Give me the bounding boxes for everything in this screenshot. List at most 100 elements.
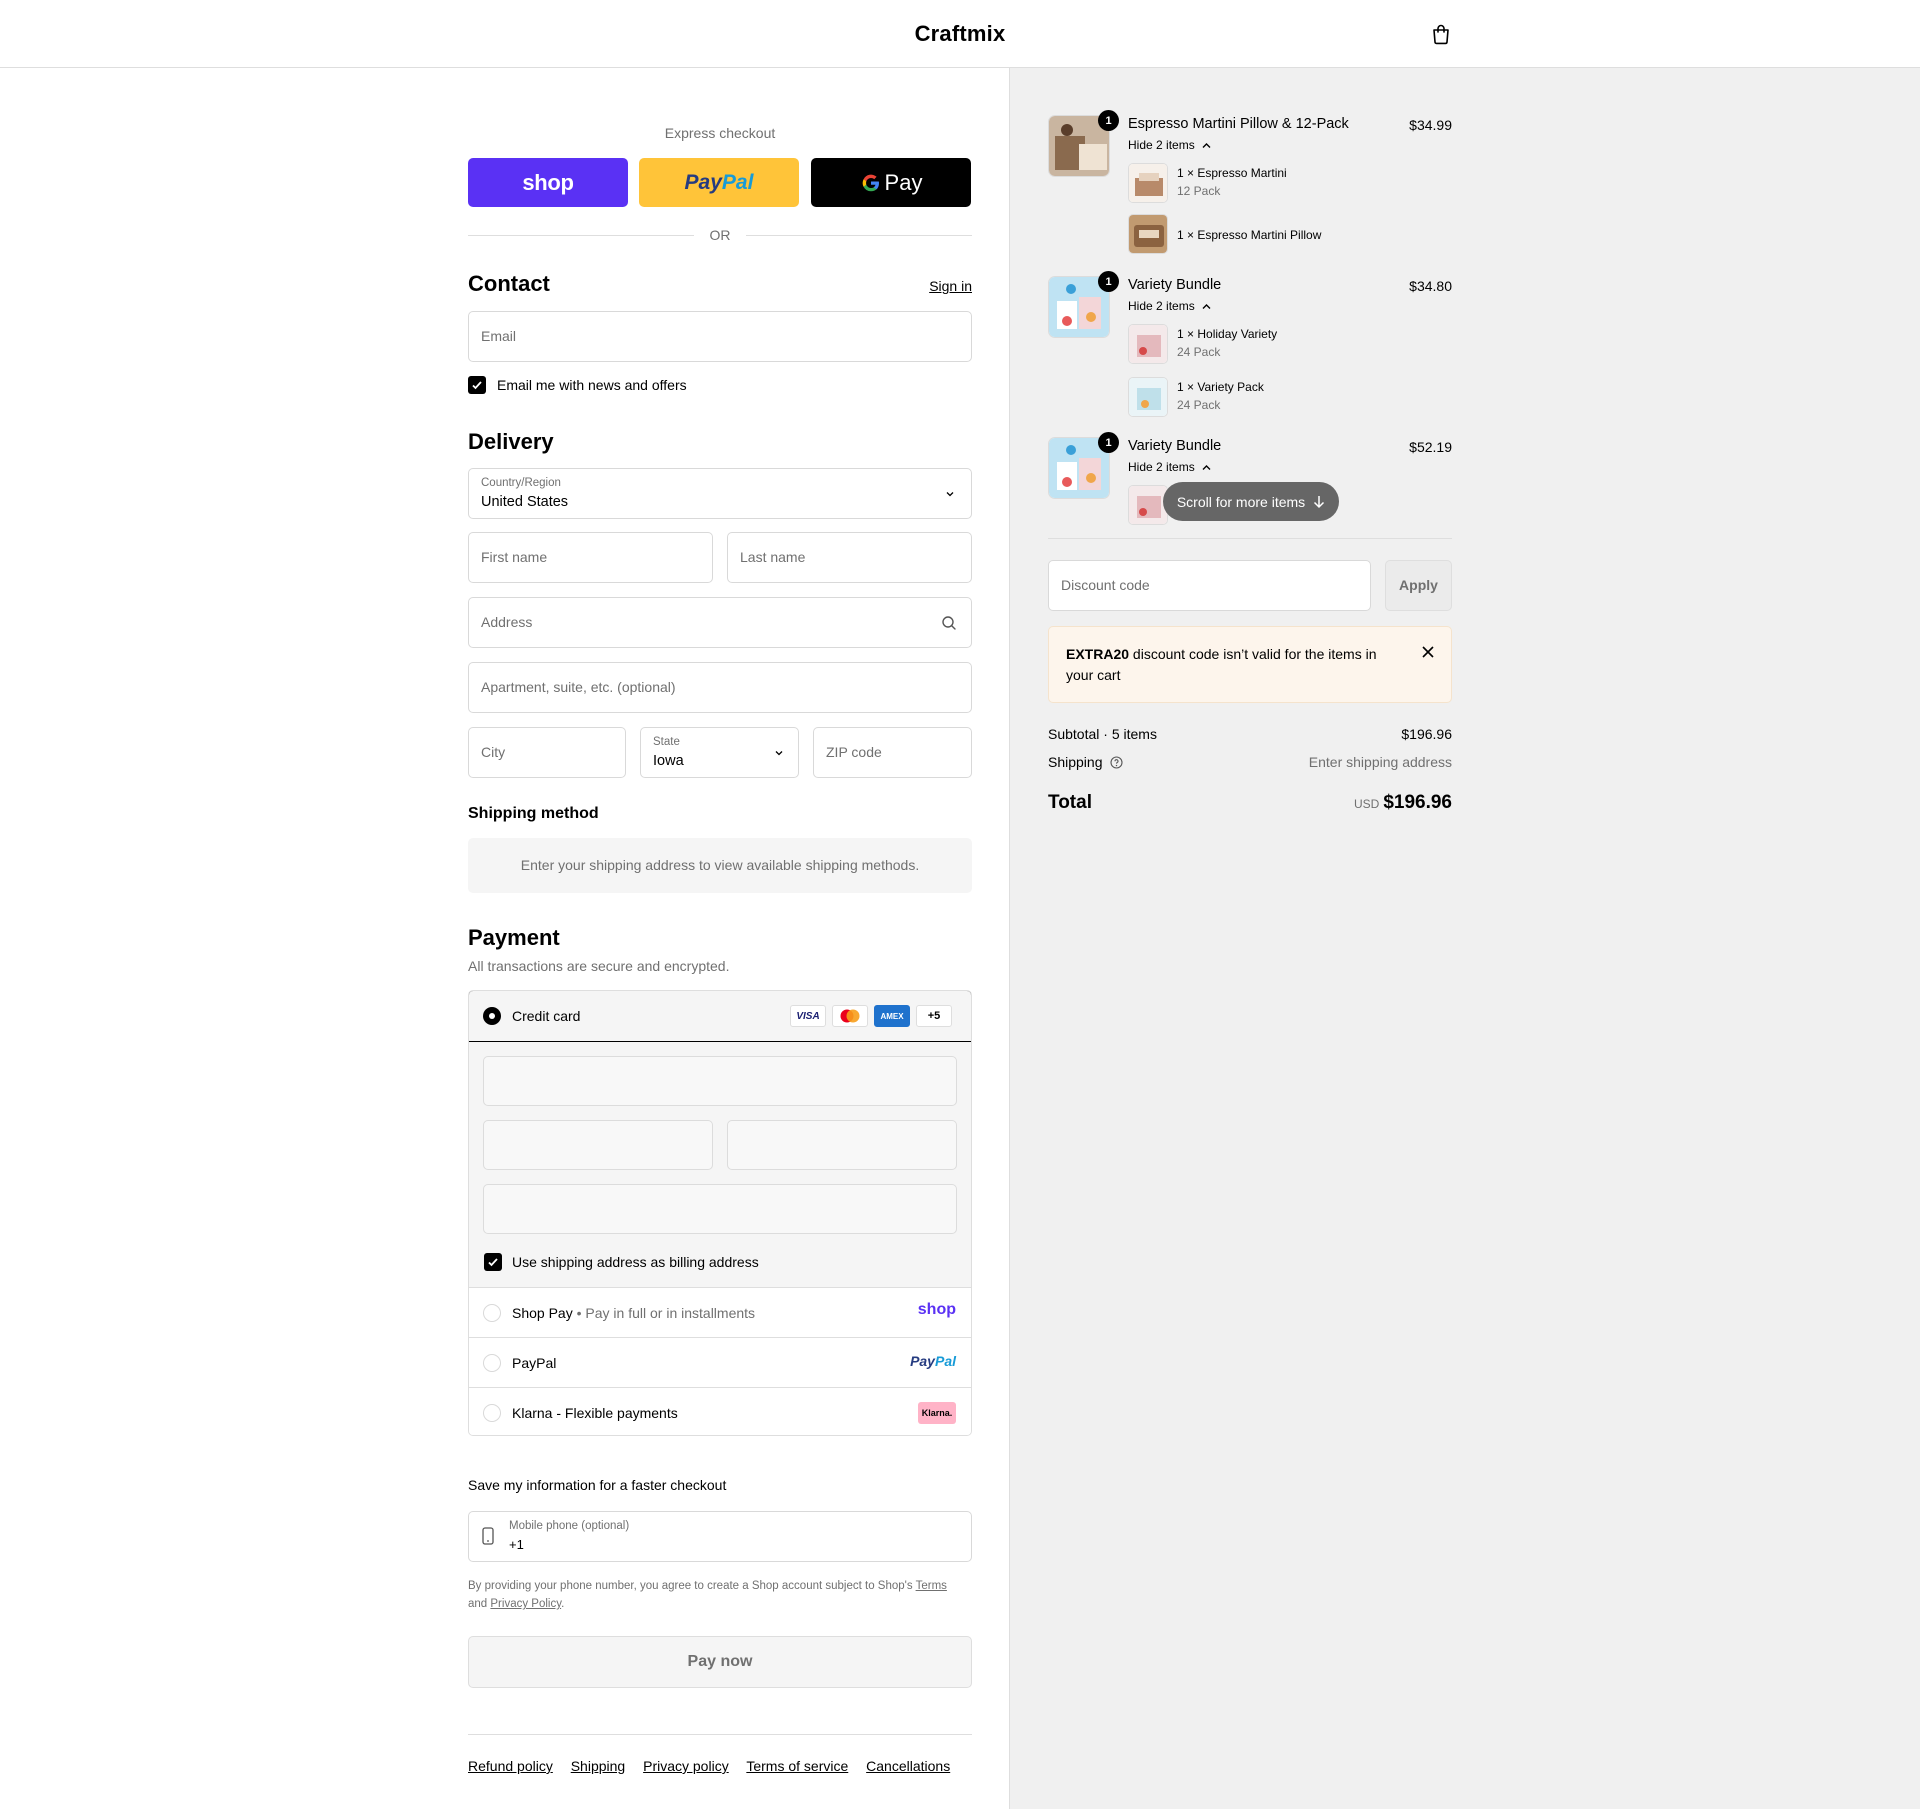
cancellations-link[interactable]: Cancellations [866, 1758, 950, 1774]
klarna-radio[interactable] [483, 1404, 501, 1422]
paypal-logo: PayPal [910, 1353, 956, 1369]
credit-card-radio[interactable] [483, 1007, 501, 1025]
amex-icon: AMEX [874, 1005, 910, 1027]
shop-pay-logo: shop [917, 1301, 956, 1318]
terms-link[interactable]: Terms [916, 1580, 947, 1592]
apartment-field[interactable]: Apartment, suite, etc. (optional) [468, 662, 972, 713]
save-info-heading: Save my information for a faster checkou… [468, 1477, 727, 1493]
bundle-item-name: 1 × Holiday Variety [1177, 327, 1278, 341]
hide-items-toggle[interactable]: Hide 2 items [1128, 299, 1211, 313]
newsletter-checkbox[interactable] [468, 376, 486, 394]
bundle-item-name: 1 × Espresso Martini [1177, 166, 1287, 180]
privacy-policy-link[interactable]: Privacy Policy [490, 1598, 561, 1610]
product-price: $34.99 [1409, 117, 1452, 133]
chevron-up-icon [1202, 304, 1211, 309]
zip-field[interactable]: ZIP code [813, 727, 972, 778]
security-code-field[interactable] [727, 1120, 957, 1170]
state-select[interactable]: State Iowa [640, 727, 799, 778]
close-icon[interactable] [1421, 645, 1435, 659]
delivery-heading: Delivery [468, 429, 554, 454]
hide-items-toggle[interactable]: Hide 2 items [1128, 460, 1211, 474]
phone-icon [482, 1527, 494, 1545]
google-pay-express-button[interactable]: Pay [811, 158, 971, 207]
paypal-label: PayPal [512, 1355, 557, 1371]
newsletter-label: Email me with news and offers [497, 377, 687, 393]
bundle-item-name: 1 × Espresso Martini Pillow [1177, 228, 1322, 242]
visa-icon: VISA [790, 1005, 826, 1027]
hide-items-toggle[interactable]: Hide 2 items [1128, 138, 1211, 152]
credit-card-form: Use shipping address as billing address [469, 1042, 971, 1287]
expiration-field[interactable] [483, 1120, 713, 1170]
quantity-badge: 1 [1098, 271, 1119, 292]
bundle-item-thumbnail [1128, 163, 1168, 203]
sign-in-link[interactable]: Sign in [929, 278, 972, 294]
last-name-field[interactable]: Last name [727, 532, 972, 583]
payment-subtitle: All transactions are secure and encrypte… [468, 958, 730, 974]
bundle-item-variant: 24 Pack [1177, 345, 1221, 359]
scroll-for-more-button[interactable]: Scroll for more items [1163, 482, 1339, 521]
shop-pay-subtitle: Pay in full or in installments [585, 1305, 756, 1321]
express-checkout-title: Express checkout [664, 125, 776, 141]
country-select[interactable]: Country/Region United States [468, 468, 972, 519]
apply-discount-button[interactable]: Apply [1385, 560, 1452, 611]
bundle-item-thumbnail [1128, 324, 1168, 364]
email-field[interactable]: Email [468, 311, 972, 362]
shop-pay-option[interactable]: Shop Pay • Pay in full or in installment… [469, 1287, 971, 1337]
privacy-policy-link[interactable]: Privacy policy [643, 1758, 729, 1774]
address-field[interactable]: Address [468, 597, 972, 648]
gpay-label: Pay [884, 169, 923, 195]
card-number-field[interactable] [483, 1056, 957, 1106]
pay-now-button[interactable]: Pay now [468, 1636, 972, 1688]
alert-message: EXTRA20 discount code isn’t valid for th… [1066, 646, 1377, 683]
help-circle-icon[interactable] [1110, 756, 1123, 769]
shipping-value: Enter shipping address [1308, 754, 1452, 770]
credit-card-option[interactable]: Credit card VISA AMEX +5 [469, 991, 971, 1042]
more-cards-badge: +5 [916, 1005, 952, 1027]
arrow-down-icon [1314, 495, 1325, 508]
shop-logo: shop [522, 169, 574, 195]
billing-address-checkbox[interactable] [484, 1253, 502, 1271]
city-field[interactable]: City [468, 727, 626, 778]
payment-methods: Credit card VISA AMEX +5 Use shipping ad… [468, 990, 972, 1436]
quantity-badge: 1 [1098, 110, 1119, 131]
shop-pay-express-button[interactable]: shop [468, 158, 628, 207]
contact-heading: Contact [468, 271, 550, 296]
brand-logo[interactable]: Craftmix [0, 21, 1920, 47]
paypal-express-button[interactable]: PayPal [639, 158, 799, 207]
product-price: $52.19 [1409, 439, 1452, 455]
shop-pay-radio[interactable] [483, 1304, 501, 1322]
discount-error-alert: EXTRA20 discount code isn’t valid for th… [1048, 626, 1452, 703]
chevron-up-icon [1202, 143, 1211, 148]
billing-address-label: Use shipping address as billing address [512, 1254, 759, 1270]
refund-policy-link[interactable]: Refund policy [468, 1758, 553, 1774]
total-value: $196.96 [1383, 792, 1452, 813]
klarna-label: Klarna - Flexible payments [512, 1405, 678, 1421]
first-name-field[interactable]: First name [468, 532, 713, 583]
quantity-badge: 1 [1098, 432, 1119, 453]
paypal-logo: PayPal [684, 170, 754, 194]
shipping-method-notice: Enter your shipping address to view avai… [468, 838, 972, 893]
shipping-link[interactable]: Shipping [571, 1758, 626, 1774]
search-icon [942, 616, 956, 630]
mobile-phone-field[interactable]: Mobile phone (optional) +1 [468, 1511, 972, 1562]
check-icon [488, 1258, 498, 1267]
product-name: Variety Bundle [1128, 438, 1222, 454]
subtotal-value: $196.96 [1401, 726, 1452, 742]
footer-divider [468, 1734, 972, 1735]
paypal-radio[interactable] [483, 1354, 501, 1372]
shipping-label: Shipping [1048, 754, 1103, 770]
terms-of-service-link[interactable]: Terms of service [746, 1758, 848, 1774]
shopping-bag-icon[interactable] [1430, 23, 1452, 45]
product-price: $34.80 [1409, 278, 1452, 294]
klarna-option[interactable]: Klarna - Flexible payments Klarna. [469, 1387, 971, 1435]
bundle-item-name: 1 × Variety Pack [1177, 380, 1264, 394]
discount-code-field[interactable]: Discount code [1048, 560, 1371, 611]
name-on-card-field[interactable] [483, 1184, 957, 1234]
bundle-item-thumbnail [1128, 214, 1168, 254]
bundle-item-variant: 24 Pack [1177, 398, 1221, 412]
currency-code: USD [1353, 797, 1380, 811]
items-divider [1048, 538, 1452, 539]
paypal-option[interactable]: PayPal PayPal [469, 1337, 971, 1387]
header: Craftmix [0, 0, 1920, 68]
or-divider: OR [468, 225, 972, 245]
